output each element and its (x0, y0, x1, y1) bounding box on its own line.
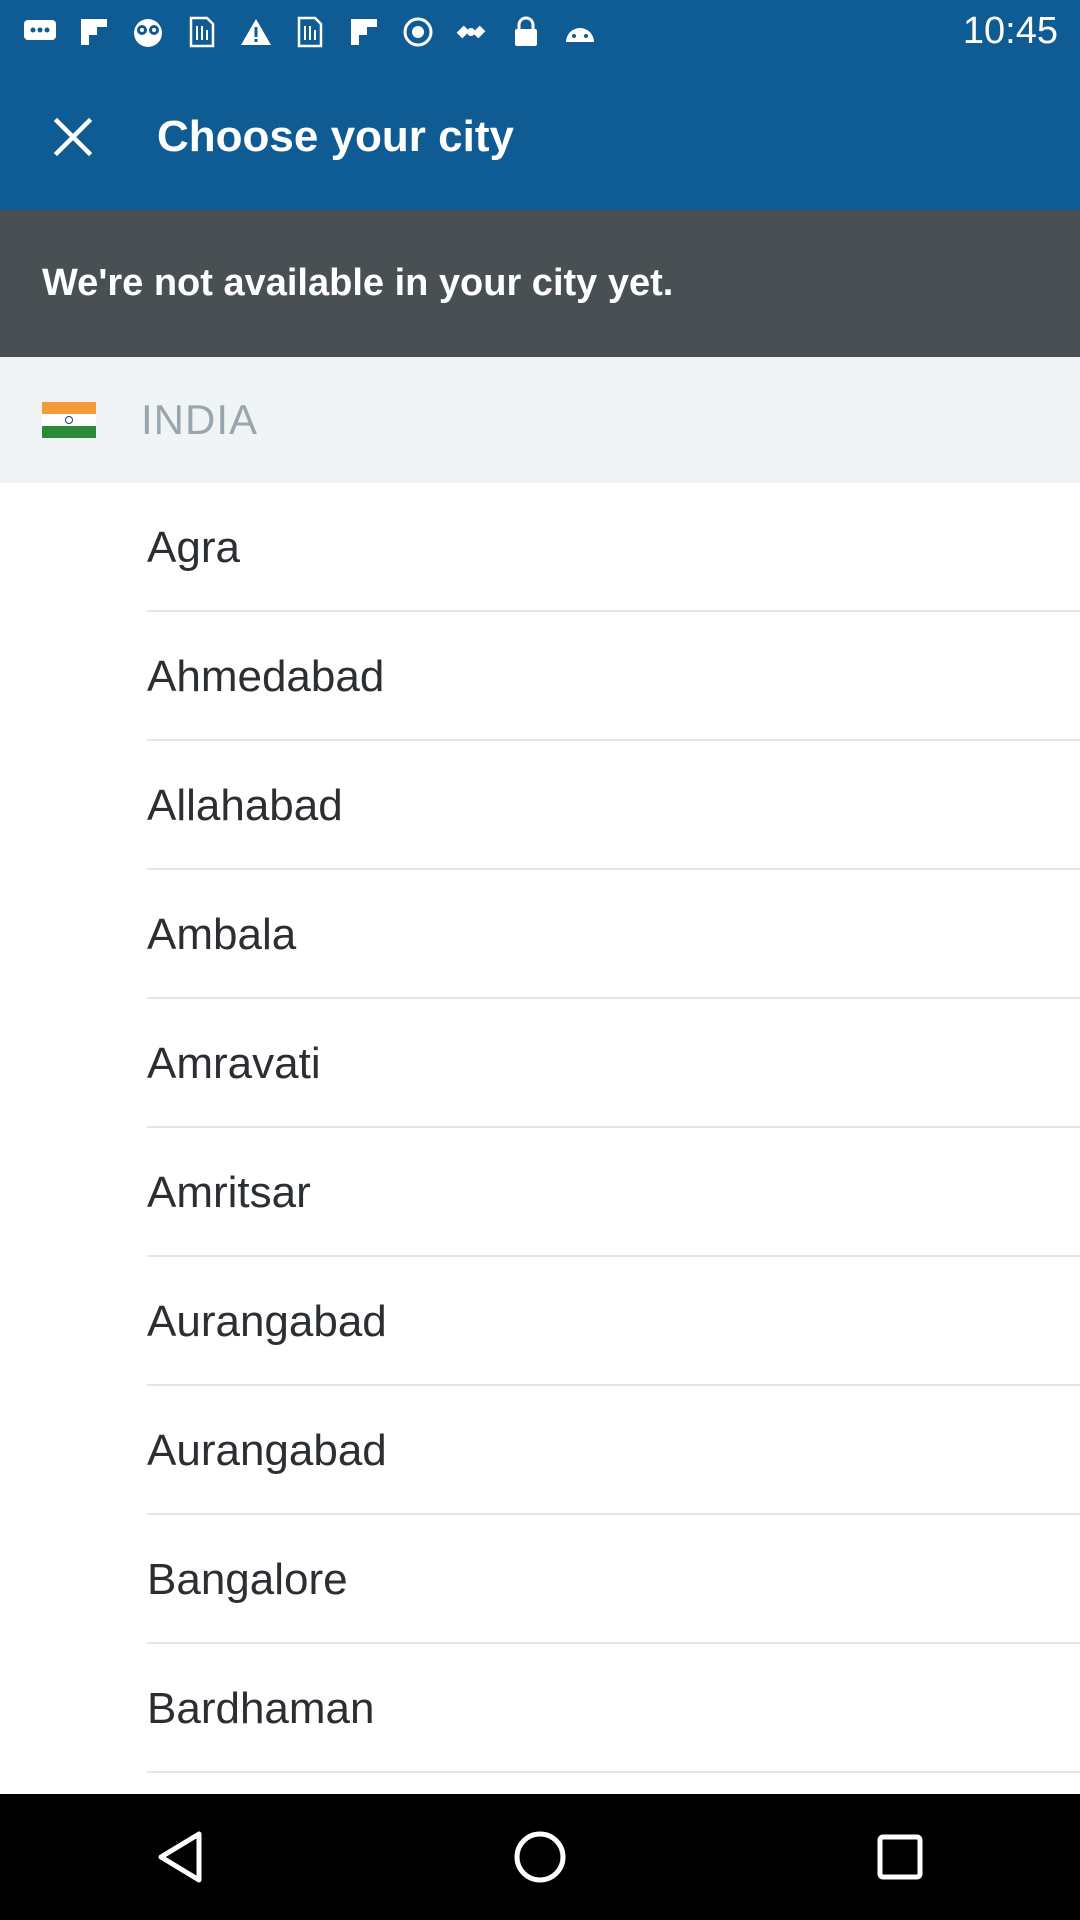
list-item[interactable]: Aurangabad (0, 1257, 1080, 1386)
country-header: INDIA (0, 357, 1080, 483)
status-bar: 10:45 (0, 0, 1080, 63)
city-list: Agra Ahmedabad Allahabad Ambala Amravati… (0, 483, 1080, 1773)
city-label: Amritsar (147, 1167, 311, 1217)
notice-text: We're not available in your city yet. (42, 262, 674, 304)
city-label: Allahabad (147, 780, 343, 830)
satellite-icon (454, 14, 490, 50)
chat-icon (22, 14, 58, 50)
divider (147, 1771, 1080, 1773)
list-item[interactable]: Amravati (0, 999, 1080, 1128)
page-title: Choose your city (157, 111, 514, 161)
clock: 10:45 (962, 10, 1058, 52)
list-item[interactable]: Amritsar (0, 1128, 1080, 1257)
city-label: Bardhaman (147, 1683, 375, 1733)
navigation-bar (0, 1794, 1080, 1920)
notification-icons (22, 14, 963, 50)
india-flag-icon (42, 402, 96, 438)
unavailable-notice: We're not available in your city yet. (0, 210, 1080, 357)
list-item[interactable]: Aurangabad (0, 1386, 1080, 1515)
city-label: Amravati (147, 1038, 321, 1088)
owl-icon (130, 14, 166, 50)
country-name: INDIA (141, 396, 259, 443)
back-button[interactable] (120, 1797, 240, 1917)
warning-icon (238, 14, 274, 50)
flipboard-icon (76, 14, 112, 50)
sim-icon (184, 14, 220, 50)
city-label: Agra (147, 522, 240, 572)
lock-icon (508, 14, 544, 50)
android-icon (562, 14, 598, 50)
list-item[interactable]: Bangalore (0, 1515, 1080, 1644)
list-item[interactable]: Ambala (0, 870, 1080, 999)
home-icon (514, 1831, 566, 1883)
city-label: Aurangabad (147, 1296, 387, 1346)
list-item[interactable]: Allahabad (0, 741, 1080, 870)
home-button[interactable] (480, 1797, 600, 1917)
close-icon (53, 117, 93, 156)
close-button[interactable] (25, 89, 121, 185)
list-item[interactable]: Ahmedabad (0, 612, 1080, 741)
sim-icon (292, 14, 328, 50)
list-item[interactable]: Agra (0, 483, 1080, 612)
city-label: Bangalore (147, 1554, 348, 1604)
recents-icon (877, 1834, 923, 1880)
recents-button[interactable] (840, 1797, 960, 1917)
city-label: Ambala (147, 909, 297, 959)
app-bar: Choose your city (0, 63, 1080, 210)
city-label: Ahmedabad (147, 651, 385, 701)
list-item[interactable]: Bardhaman (0, 1644, 1080, 1773)
city-label: Aurangabad (147, 1425, 387, 1475)
settings-icon (400, 14, 436, 50)
flipboard-icon (346, 14, 382, 50)
back-icon (158, 1831, 202, 1883)
